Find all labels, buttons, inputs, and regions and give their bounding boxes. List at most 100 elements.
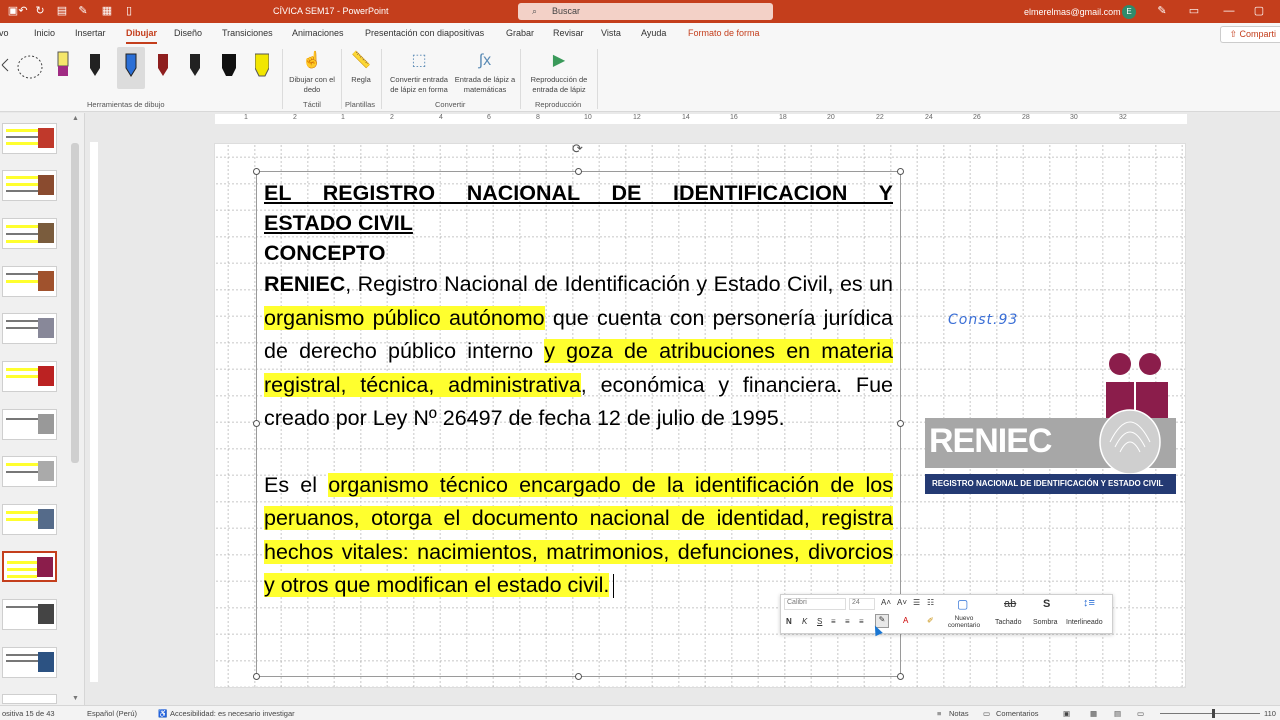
slideshow-icon[interactable]: ▭ bbox=[1137, 709, 1144, 718]
resize-handle[interactable] bbox=[253, 673, 260, 680]
search-input[interactable]: ⌕ Buscar bbox=[518, 3, 773, 20]
strikethrough-button[interactable]: Tachado bbox=[995, 619, 1021, 626]
comments-button[interactable]: Comentarios bbox=[996, 709, 1039, 718]
align-center-icon[interactable]: ≡ bbox=[845, 617, 850, 626]
slide-thumbnail[interactable] bbox=[2, 170, 57, 201]
normal-view-icon[interactable]: ▣ bbox=[1063, 709, 1070, 718]
pen-black-icon[interactable] bbox=[88, 50, 102, 80]
new-comment-button[interactable]: Nuevo comentario bbox=[942, 615, 986, 629]
font-name-select[interactable]: Calibri bbox=[784, 598, 846, 610]
new-file-icon[interactable]: ▯ bbox=[122, 4, 136, 18]
ribbon-display-icon[interactable]: ▭ bbox=[1187, 4, 1201, 18]
pen-settings-icon[interactable]: ✎ bbox=[1155, 4, 1169, 18]
numbering-icon[interactable]: ☷ bbox=[927, 598, 934, 607]
new-comment-icon[interactable]: ▢ bbox=[957, 597, 968, 611]
bold-button[interactable]: N bbox=[786, 617, 792, 626]
slide-thumbnail[interactable] bbox=[2, 409, 57, 440]
slide-thumbnail[interactable] bbox=[2, 599, 57, 630]
reniec-logo[interactable]: RENIEC REGISTRO NACIONAL DE IDENTIFICACI… bbox=[925, 352, 1176, 494]
zoom-level[interactable]: 110 bbox=[1264, 709, 1276, 718]
slide-thumbnail[interactable] bbox=[2, 266, 57, 297]
tab-insertar[interactable]: Insertar bbox=[75, 28, 106, 38]
format-painter-icon[interactable]: ✐ bbox=[927, 616, 934, 625]
zoom-slider[interactable] bbox=[1160, 713, 1260, 714]
grid-icon[interactable]: ▦ bbox=[100, 4, 114, 18]
ink-annotation[interactable]: Const.93 bbox=[948, 312, 1018, 328]
reading-view-icon[interactable]: ▤ bbox=[1114, 709, 1121, 718]
panel-scrollbar[interactable] bbox=[71, 143, 79, 463]
redo-icon[interactable]: ↻ bbox=[33, 4, 47, 18]
draw-with-finger-button[interactable]: ☝ Dibujar con el dedo bbox=[288, 50, 336, 95]
tab-inicio[interactable]: Inicio bbox=[34, 28, 55, 38]
tab-grabar[interactable]: Grabar bbox=[506, 28, 534, 38]
italic-button[interactable]: K bbox=[802, 617, 807, 626]
tab-revisar[interactable]: Revisar bbox=[553, 28, 584, 38]
pen-blue-icon[interactable] bbox=[124, 50, 138, 80]
align-left-icon[interactable]: ≡ bbox=[831, 617, 836, 626]
undo-icon[interactable]: ↶ bbox=[16, 4, 30, 18]
slide-thumbnail[interactable] bbox=[2, 123, 57, 154]
avatar[interactable]: E bbox=[1122, 5, 1136, 19]
shadow-button[interactable]: Sombra bbox=[1033, 619, 1058, 626]
pen-galaxy-icon[interactable] bbox=[188, 50, 202, 80]
highlighter-yellow-2-icon[interactable] bbox=[255, 50, 269, 80]
resize-handle[interactable] bbox=[253, 420, 260, 427]
grow-font-icon[interactable]: A˄ bbox=[881, 598, 891, 607]
user-email[interactable]: elmerelmas@gmail.com bbox=[1024, 7, 1121, 17]
resize-handle[interactable] bbox=[897, 673, 904, 680]
ink-to-math-button[interactable]: ∫x Entrada de lápiz a matemáticas bbox=[454, 50, 516, 95]
bullets-icon[interactable]: ☰ bbox=[913, 598, 920, 607]
slide-thumbnail[interactable] bbox=[2, 313, 57, 344]
scroll-down-icon[interactable]: ▼ bbox=[72, 695, 79, 702]
shrink-font-icon[interactable]: A˅ bbox=[897, 598, 907, 607]
strikethrough-icon[interactable]: ab bbox=[1004, 598, 1016, 610]
slide-sorter-icon[interactable]: ▦ bbox=[1090, 709, 1097, 718]
font-size-select[interactable]: 24 bbox=[849, 598, 875, 610]
tab-dibujar[interactable]: Dibujar bbox=[126, 28, 158, 44]
resize-handle[interactable] bbox=[897, 420, 904, 427]
tab-formato-de-forma[interactable]: Formato de forma bbox=[688, 28, 760, 38]
ink-replay-button[interactable]: ▶ Reproducción de entrada de lápiz bbox=[525, 50, 593, 95]
tab-archivo[interactable]: ivo bbox=[0, 28, 9, 38]
slide-thumbnail[interactable] bbox=[2, 361, 57, 392]
tab-animaciones[interactable]: Animaciones bbox=[292, 28, 344, 38]
resize-handle[interactable] bbox=[575, 168, 582, 175]
tab-ayuda[interactable]: Ayuda bbox=[641, 28, 666, 38]
slide-thumbnail[interactable] bbox=[2, 694, 57, 704]
slide-thumbnail[interactable] bbox=[2, 456, 57, 487]
underline-button[interactable]: S bbox=[817, 617, 822, 626]
scroll-up-icon[interactable]: ▲ bbox=[72, 115, 79, 122]
line-spacing-button[interactable]: Interlineado bbox=[1066, 619, 1103, 626]
font-color-icon[interactable]: A bbox=[903, 616, 908, 625]
present-icon[interactable]: ▤ bbox=[55, 4, 69, 18]
align-right-icon[interactable]: ≡ bbox=[859, 617, 864, 626]
slide-thumbnail[interactable] bbox=[2, 647, 57, 678]
slide-thumbnail-active[interactable] bbox=[2, 551, 57, 582]
share-button[interactable]: ⇧ Comparti bbox=[1220, 26, 1280, 43]
language-status[interactable]: Español (Perú) bbox=[87, 709, 137, 718]
accessibility-status[interactable]: Accesibilidad: es necesario investigar bbox=[170, 709, 295, 718]
pen-red-icon[interactable] bbox=[156, 50, 170, 80]
shadow-icon[interactable]: S bbox=[1043, 598, 1050, 610]
zoom-slider-thumb[interactable] bbox=[1212, 709, 1215, 718]
ruler-button[interactable]: 📏 Regla bbox=[345, 50, 377, 85]
tab-vista[interactable]: Vista bbox=[601, 28, 621, 38]
tab-diseno[interactable]: Diseño bbox=[174, 28, 202, 38]
marker-black-icon[interactable] bbox=[222, 50, 236, 80]
pen-icon[interactable]: ✎ bbox=[76, 4, 90, 18]
slide-thumbnail[interactable] bbox=[2, 218, 57, 249]
tab-transiciones[interactable]: Transiciones bbox=[222, 28, 273, 38]
slide-thumbnail[interactable] bbox=[2, 504, 57, 535]
resize-handle[interactable] bbox=[575, 673, 582, 680]
rotate-handle-icon[interactable]: ⟳ bbox=[572, 141, 583, 157]
tab-presentacion[interactable]: Presentación con diapositivas bbox=[365, 28, 484, 38]
slide-text-content[interactable]: EL REGISTRO NACIONAL DE IDENTIFICACION Y… bbox=[264, 178, 893, 603]
resize-handle[interactable] bbox=[897, 168, 904, 175]
resize-handle[interactable] bbox=[253, 168, 260, 175]
slide-count[interactable]: ositiva 15 de 43 bbox=[2, 709, 55, 718]
line-spacing-icon[interactable]: ↕≡ bbox=[1083, 597, 1095, 609]
highlighter-yellow-icon[interactable] bbox=[56, 50, 70, 80]
ink-to-shape-button[interactable]: ⬚ Convertir entrada de lápiz en forma bbox=[386, 50, 452, 95]
notes-button[interactable]: Notas bbox=[949, 709, 969, 718]
lasso-icon[interactable] bbox=[0, 51, 50, 83]
